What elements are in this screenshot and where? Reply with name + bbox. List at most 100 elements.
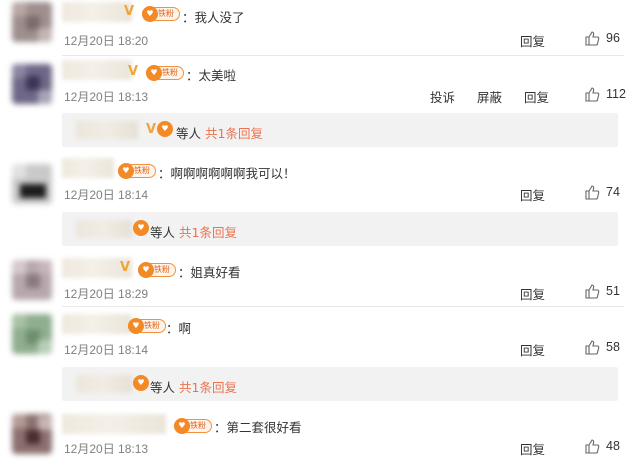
fan-heart-icon: ♥: [118, 163, 134, 179]
like-count: 112: [606, 87, 626, 101]
username[interactable]: [62, 158, 114, 178]
fan-badge: ♥: [133, 375, 149, 391]
report-button[interactable]: 投诉: [430, 87, 455, 106]
view-replies-link[interactable]: 共1条回复: [179, 225, 237, 240]
thumbs-up-icon[interactable]: [584, 30, 600, 46]
v-verified-icon: V: [146, 122, 157, 137]
comment-item: ♥ 铁粉 ：第二套很好看 12月20日 18:13 回复 48: [0, 414, 640, 463]
comment-text: ：第二套很好看: [214, 420, 302, 435]
comment-time: 12月20日 18:14: [64, 343, 149, 357]
thumbs-up-icon[interactable]: [584, 339, 600, 355]
thumbs-up-icon[interactable]: [584, 184, 600, 200]
reply-button[interactable]: 回复: [524, 87, 549, 106]
fan-badge: ♥ 铁粉: [142, 6, 180, 22]
fan-heart-icon: ♥: [157, 121, 173, 137]
fan-heart-icon: ♥: [133, 375, 149, 391]
fan-badge-label: 铁粉: [154, 265, 170, 274]
comment-text: ：太美啦: [186, 68, 237, 83]
fan-badge-label: 铁粉: [162, 68, 178, 77]
like-count: 74: [606, 185, 620, 199]
fan-heart-icon: ♥: [133, 220, 149, 236]
comment-text: ：我人没了: [182, 10, 245, 25]
avatar[interactable]: [12, 314, 52, 354]
username[interactable]: [62, 2, 132, 22]
avatar[interactable]: [12, 414, 52, 454]
v-verified-icon: V: [124, 4, 135, 19]
reply-button[interactable]: 回复: [520, 185, 545, 204]
fan-heart-icon: ♥: [146, 65, 162, 81]
comment-time: 12月20日 18:13: [64, 90, 149, 104]
comment-text: ：姐真好看: [178, 265, 241, 280]
divider: [62, 55, 624, 56]
comment-actions: 回复 48: [520, 439, 640, 457]
like-count: 96: [606, 31, 620, 45]
block-button[interactable]: 屏蔽: [477, 87, 502, 106]
fan-badge-label: 铁粉: [134, 166, 150, 175]
comment-time: 12月20日 18:13: [64, 442, 149, 456]
view-replies-link[interactable]: 共1条回复: [205, 126, 263, 141]
fan-heart-icon: ♥: [138, 262, 154, 278]
comment-actions: 回复 96: [520, 31, 640, 49]
like-count: 48: [606, 439, 620, 453]
divider: [62, 306, 624, 307]
reply-text: 等人 共1条回复: [150, 222, 237, 241]
reply-username[interactable]: [76, 220, 132, 238]
reply-who: 等人: [150, 380, 176, 395]
avatar[interactable]: [12, 260, 52, 300]
reply-button[interactable]: 回复: [520, 439, 545, 458]
reply-username[interactable]: [76, 375, 132, 393]
comment-text: ：啊: [166, 321, 192, 336]
username[interactable]: [62, 60, 132, 80]
comment-item: V ♥ 铁粉 ：我人没了 12月20日 18:20 回复 96: [0, 2, 640, 52]
comment-time: 12月20日 18:20: [64, 34, 149, 48]
reply-who: 等人: [176, 126, 202, 141]
reply-summary: ♥ 等人 共1条回复: [62, 212, 618, 246]
fan-heart-icon: ♥: [142, 6, 158, 22]
reply-button[interactable]: 回复: [520, 284, 545, 303]
avatar[interactable]: [12, 64, 52, 104]
fan-heart-icon: ♥: [174, 418, 190, 434]
comment-item: V ♥ 铁粉 ：太美啦 12月20日 18:13 投诉 屏蔽 回复 112: [0, 60, 640, 110]
fan-badge: ♥: [157, 121, 173, 137]
fan-badge: ♥ 铁粉: [128, 318, 166, 334]
fan-badge-label: 铁粉: [158, 9, 174, 18]
comment-item: V ♥ 铁粉 ：姐真好看 12月20日 18:29 回复 51: [0, 258, 640, 308]
username[interactable]: [62, 414, 166, 434]
comment-item: ♥ 铁粉 ：啊啊啊啊啊啊我可以！ 12月20日 18:14 回复 74: [0, 158, 640, 208]
reply-summary: ♥ 等人 共1条回复: [62, 367, 618, 401]
comment-time: 12月20日 18:29: [64, 287, 149, 301]
view-replies-link[interactable]: 共1条回复: [179, 380, 237, 395]
username[interactable]: [62, 314, 132, 334]
fan-badge: ♥ 铁粉: [174, 418, 212, 434]
v-verified-icon: V: [120, 260, 131, 275]
thumbs-up-icon[interactable]: [584, 283, 600, 299]
reply-text: 等人 共1条回复: [150, 377, 237, 396]
reply-button[interactable]: 回复: [520, 340, 545, 359]
comment-actions: 回复 74: [520, 185, 640, 203]
thumbs-up-icon[interactable]: [584, 438, 600, 454]
fan-badge-label: 铁粉: [190, 421, 206, 430]
reply-summary: V ♥ 等人 共1条回复: [62, 113, 618, 147]
reply-text: 等人 共1条回复: [176, 123, 263, 142]
fan-badge: ♥ 铁粉: [146, 65, 184, 81]
comment-time: 12月20日 18:14: [64, 188, 149, 202]
avatar[interactable]: [12, 164, 52, 204]
comment-actions: 投诉 屏蔽 回复 112: [430, 87, 640, 105]
fan-badge: ♥ 铁粉: [138, 262, 176, 278]
fan-badge: ♥ 铁粉: [118, 163, 156, 179]
reply-who: 等人: [150, 225, 176, 240]
like-count: 51: [606, 284, 620, 298]
comment-actions: 回复 58: [520, 340, 640, 358]
reply-username[interactable]: [76, 121, 138, 139]
like-count: 58: [606, 340, 620, 354]
comment-text: ：啊啊啊啊啊啊我可以！: [158, 166, 296, 181]
fan-badge-label: 铁粉: [144, 321, 160, 330]
v-verified-icon: V: [128, 64, 139, 79]
comment-actions: 回复 51: [520, 284, 640, 302]
avatar[interactable]: [12, 2, 52, 42]
comment-item: ♥ 铁粉 ：啊 12月20日 18:14 回复 58: [0, 314, 640, 364]
fan-badge: ♥: [133, 220, 149, 236]
thumbs-up-icon[interactable]: [584, 86, 600, 102]
reply-button[interactable]: 回复: [520, 31, 545, 50]
fan-heart-icon: ♥: [128, 318, 144, 334]
